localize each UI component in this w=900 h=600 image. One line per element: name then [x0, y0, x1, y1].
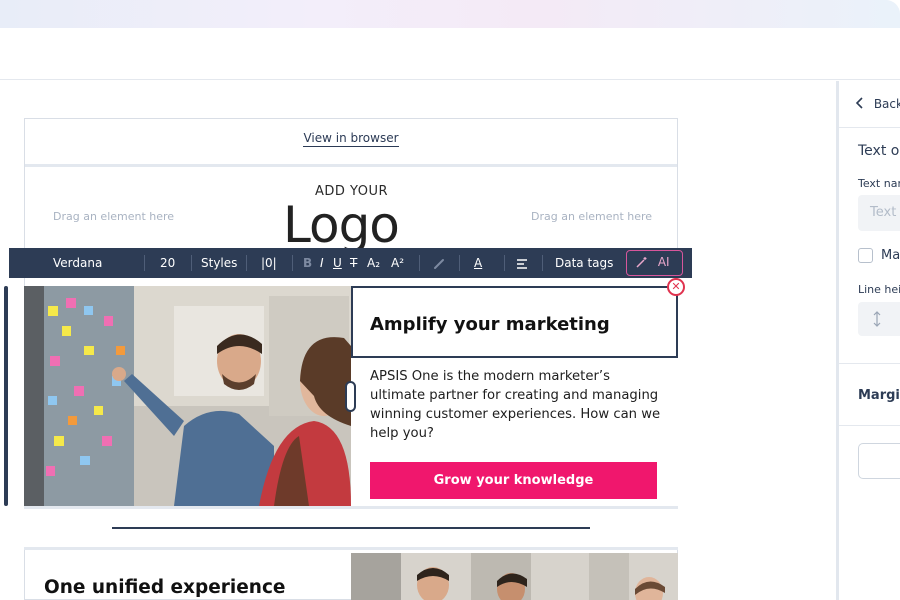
checkbox-label: Ma — [881, 248, 900, 263]
line-height-icon — [871, 311, 883, 331]
italic-icon[interactable]: I — [320, 248, 324, 278]
link-icon[interactable] — [433, 248, 445, 278]
hero-heading[interactable]: Amplify your marketing — [370, 314, 610, 335]
office-photo-image — [24, 286, 351, 506]
drag-drop-zone-left[interactable]: Drag an element here — [53, 210, 174, 223]
view-in-browser-row[interactable]: View in browser — [25, 119, 677, 167]
hero-photo[interactable] — [24, 286, 351, 506]
team-photo[interactable] — [351, 553, 678, 600]
properties-panel: Back Text op Text nar Text Ma Line hei M… — [839, 81, 900, 600]
grow-knowledge-button[interactable]: Grow your knowledge — [370, 462, 657, 499]
column-resize-handle[interactable] — [345, 381, 356, 412]
logo-row: Drag an element here ADD YOUR Logo Drag … — [25, 170, 677, 254]
font-family-select[interactable]: Verdana — [53, 248, 102, 278]
ai-assist-button[interactable]: AI — [626, 250, 683, 276]
section-heading[interactable]: One unified experience — [44, 577, 285, 598]
subscript-icon[interactable]: A₂ — [367, 248, 380, 278]
margin-label: Margin — [858, 388, 900, 403]
toolbar-divider — [246, 255, 247, 271]
close-icon[interactable]: ✕ — [667, 278, 685, 296]
text-block[interactable]: Amplify your marketing APSIS One is the … — [351, 286, 678, 506]
line-height-stepper[interactable] — [858, 302, 900, 336]
heading-editor-box[interactable]: Amplify your marketing — [351, 286, 678, 358]
content-row[interactable]: One unified experience — [24, 553, 678, 600]
styles-select[interactable]: Styles — [201, 248, 237, 278]
clear-format-icon[interactable]: |0| — [261, 248, 277, 278]
align-left-icon[interactable] — [516, 248, 528, 278]
bold-icon[interactable]: B — [303, 248, 312, 278]
data-tags-menu[interactable]: Data tags — [555, 248, 613, 278]
toolbar-divider — [191, 255, 192, 271]
strikethrough-icon[interactable]: T — [350, 248, 357, 278]
toolbar-divider — [292, 255, 293, 271]
toolbar-divider — [419, 255, 420, 271]
divider-row[interactable] — [24, 506, 678, 550]
toolbar-divider — [459, 255, 460, 271]
drag-drop-zone-right[interactable]: Drag an element here — [531, 210, 652, 223]
line-height-label: Line hei — [858, 283, 900, 296]
text-name-label: Text nar — [858, 177, 900, 190]
underline-icon[interactable]: U — [333, 248, 342, 278]
horizontal-rule — [112, 527, 590, 529]
panel-section-title: Text op — [858, 143, 900, 159]
toolbar-divider — [504, 255, 505, 271]
panel-divider-line — [839, 127, 900, 128]
back-button[interactable]: Back — [855, 97, 900, 111]
magic-wand-icon — [635, 255, 652, 269]
toolbar-divider — [144, 255, 145, 271]
editor-header — [0, 28, 900, 80]
panel-input-box[interactable] — [858, 443, 900, 479]
font-size-select[interactable]: 20 — [160, 248, 175, 278]
ai-label: AI — [657, 255, 670, 269]
panel-divider-line — [839, 363, 900, 364]
text-color-icon[interactable]: A — [474, 248, 482, 278]
logo-placeholder[interactable]: Logo — [283, 195, 400, 255]
text-name-input[interactable]: Text — [858, 195, 900, 231]
chevron-left-icon — [855, 97, 868, 111]
hero-body-text[interactable]: APSIS One is the modern marketer’s ultim… — [370, 367, 666, 443]
superscript-icon[interactable]: A² — [391, 248, 404, 278]
toolbar-divider — [542, 255, 543, 271]
row-selection-indicator — [4, 286, 8, 506]
panel-divider-line — [839, 425, 900, 426]
text-format-toolbar: Verdana 20 Styles |0| B I U T A₂ A² A Da… — [9, 248, 692, 278]
back-label: Back — [873, 97, 900, 111]
view-in-browser-link[interactable]: View in browser — [303, 131, 399, 147]
team-photo-image — [351, 553, 678, 600]
top-gradient-band — [0, 0, 900, 28]
checkbox[interactable] — [858, 248, 873, 263]
